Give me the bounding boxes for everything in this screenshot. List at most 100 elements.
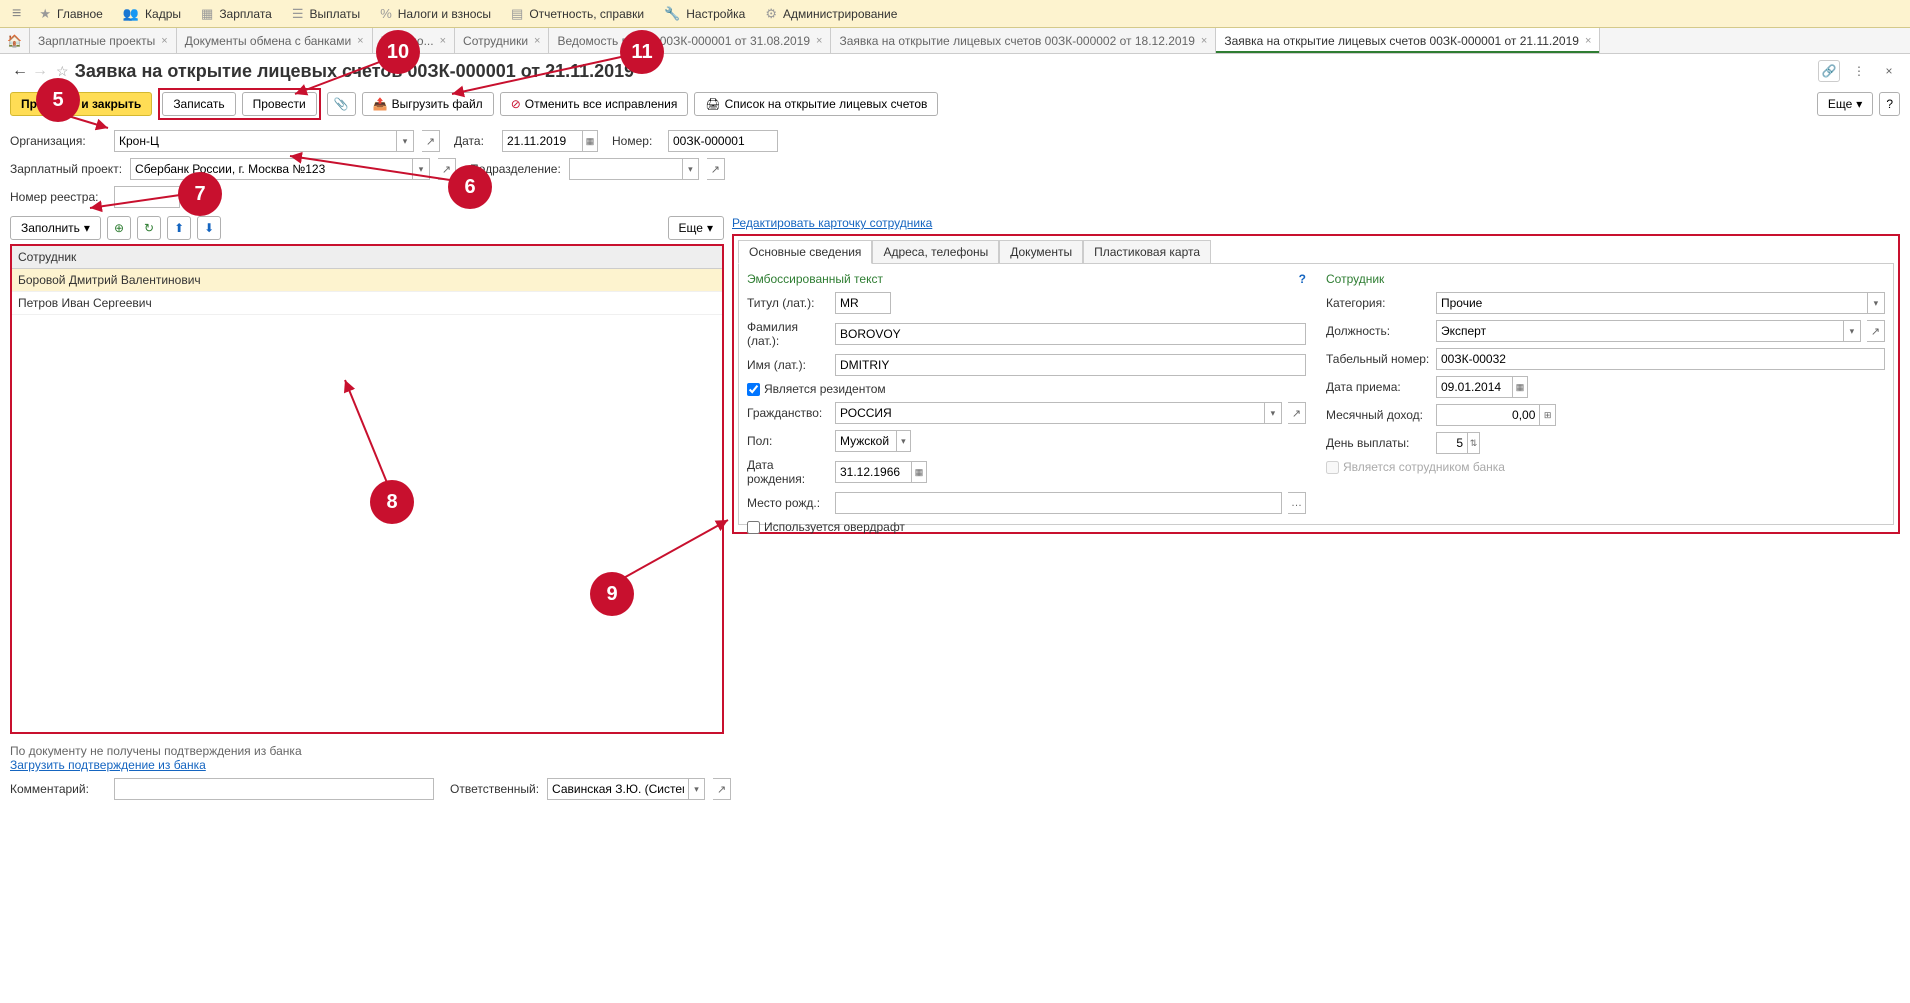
dropdown-icon[interactable]: ▾ <box>412 159 429 179</box>
surname-lat-input[interactable] <box>835 323 1306 345</box>
close-icon[interactable]: × <box>1878 60 1900 82</box>
title-lat-input[interactable] <box>835 292 891 314</box>
favorite-icon[interactable]: ☆ <box>56 63 69 80</box>
open-icon[interactable]: ↗ <box>707 158 725 180</box>
link-icon[interactable]: 🔗 <box>1818 60 1840 82</box>
close-icon[interactable]: × <box>357 35 363 47</box>
open-icon[interactable]: ↗ <box>713 778 731 800</box>
dropdown-icon[interactable]: ▾ <box>688 779 704 799</box>
cancel-corrections-button[interactable]: ⊘Отменить все исправления <box>500 92 689 116</box>
category-input[interactable]: ▾ <box>1436 292 1885 314</box>
dropdown-icon[interactable]: ▾ <box>396 131 413 151</box>
post-button[interactable]: Провести <box>242 92 317 116</box>
overdraft-checkbox[interactable]: Используется овердрафт <box>747 520 1306 534</box>
card-tab-documents[interactable]: Документы <box>999 240 1083 264</box>
open-icon[interactable]: ↗ <box>1288 402 1306 424</box>
refresh-button[interactable]: ↻ <box>137 216 161 240</box>
menu-taxes[interactable]: %Налоги и взносы <box>370 0 501 27</box>
more-icon[interactable]: ⋮ <box>1848 60 1870 82</box>
menu-payments[interactable]: ☰Выплаты <box>282 0 370 27</box>
help-icon[interactable]: ? <box>1299 272 1306 286</box>
dob-input[interactable]: ▦ <box>835 461 927 483</box>
close-icon[interactable]: × <box>1201 35 1207 47</box>
responsible-input[interactable]: ▾ <box>547 778 705 800</box>
close-icon[interactable]: × <box>534 35 540 47</box>
home-tab[interactable]: 🏠 <box>0 28 30 53</box>
down-button[interactable]: ⬇ <box>197 216 221 240</box>
load-confirmation-link[interactable]: Загрузить подтверждение из банка <box>10 758 206 772</box>
tab-0[interactable]: Зарплатные проекты× <box>30 28 177 53</box>
calculator-icon[interactable]: ⊞ <box>1539 405 1555 425</box>
sex-input[interactable]: ▾ <box>835 430 911 452</box>
accounts-list-button[interactable]: 🖨Список на открытие лицевых счетов <box>694 92 938 116</box>
close-icon[interactable]: × <box>816 35 822 47</box>
dropdown-icon[interactable]: ▾ <box>1264 403 1281 423</box>
edit-employee-link[interactable]: Редактировать карточку сотрудника <box>732 216 932 230</box>
tab-2[interactable]: Ведомо...× <box>373 28 455 53</box>
date-input[interactable]: ▦ <box>502 130 598 152</box>
attachment-button[interactable]: 📎 <box>327 92 356 116</box>
position-input[interactable]: ▾ <box>1436 320 1861 342</box>
tab-4[interactable]: Ведомость в банк 00ЗК-000001 от 31.08.20… <box>549 28 831 53</box>
subdivision-input[interactable]: ▾ <box>569 158 699 180</box>
registry-input[interactable] <box>114 186 180 208</box>
employee-row[interactable]: Боровой Дмитрий Валентинович <box>12 269 722 292</box>
percent-icon: % <box>380 6 392 21</box>
help-button[interactable]: ? <box>1879 92 1900 116</box>
close-icon[interactable]: × <box>1585 35 1591 47</box>
menu-reports[interactable]: ▤Отчетность, справки <box>501 0 654 27</box>
income-input[interactable]: ⊞ <box>1436 404 1556 426</box>
calendar-icon[interactable]: ▦ <box>911 462 926 482</box>
dropdown-icon[interactable]: ▾ <box>682 159 698 179</box>
menu-admin[interactable]: ⚙Администрирование <box>755 0 907 27</box>
hire-input[interactable]: ▦ <box>1436 376 1528 398</box>
calendar-icon[interactable]: ▦ <box>1512 377 1527 397</box>
back-arrow-icon[interactable]: ← <box>10 62 30 80</box>
open-icon[interactable]: ↗ <box>1867 320 1885 342</box>
add-button[interactable]: ⊕ <box>107 216 131 240</box>
tab-5[interactable]: Заявка на открытие лицевых счетов 00ЗК-0… <box>831 28 1216 53</box>
card-tab-main[interactable]: Основные сведения <box>738 240 872 264</box>
employee-row[interactable]: Петров Иван Сергеевич <box>12 292 722 315</box>
write-button[interactable]: Записать <box>162 92 235 116</box>
citizenship-input[interactable]: ▾ <box>835 402 1282 424</box>
dropdown-icon[interactable]: ▾ <box>1843 321 1860 341</box>
more-button[interactable]: Еще ▾ <box>1817 92 1873 116</box>
name-lat-input[interactable] <box>835 354 1306 376</box>
post-and-close-button[interactable]: Провести и закрыть <box>10 92 152 116</box>
menu-kadry[interactable]: 👥Кадры <box>113 0 191 27</box>
tab-3[interactable]: Сотрудники× <box>455 28 549 53</box>
download-file-button[interactable]: 📤Выгрузить файл <box>362 92 494 116</box>
open-icon[interactable]: ↗ <box>438 158 456 180</box>
organization-input[interactable]: ▾ <box>114 130 414 152</box>
spinner-icon[interactable]: ⇅ <box>1467 433 1479 453</box>
up-button[interactable]: ⬆ <box>167 216 191 240</box>
payday-input[interactable]: ⇅ <box>1436 432 1480 454</box>
birthplace-input[interactable] <box>835 492 1282 514</box>
number-input[interactable] <box>668 130 778 152</box>
menu-settings[interactable]: 🔧Настройка <box>654 0 755 27</box>
tab-1[interactable]: Документы обмена с банками× <box>177 28 373 53</box>
dropdown-icon[interactable]: ▾ <box>1867 293 1884 313</box>
comment-input[interactable] <box>114 778 434 800</box>
hamburger-icon[interactable]: ≡ <box>4 5 29 23</box>
close-icon[interactable]: × <box>161 35 167 47</box>
forward-arrow-icon[interactable]: → <box>30 62 50 80</box>
open-icon[interactable]: ↗ <box>422 130 440 152</box>
card-tab-addresses[interactable]: Адреса, телефоны <box>872 240 999 264</box>
embossed-section: Эмбоссированный текст? <box>747 272 1306 286</box>
menu-main[interactable]: ★Главное <box>29 0 113 27</box>
calendar-icon[interactable]: ▦ <box>582 131 597 151</box>
resident-checkbox[interactable]: Является резидентом <box>747 382 1306 396</box>
tabnum-input[interactable] <box>1436 348 1885 370</box>
menu-salary[interactable]: ▦Зарплата <box>191 0 282 27</box>
close-icon[interactable]: × <box>440 35 446 47</box>
document-icon: ▤ <box>511 6 523 22</box>
card-tab-plastic[interactable]: Пластиковая карта <box>1083 240 1211 264</box>
ellipsis-icon[interactable]: … <box>1288 492 1306 514</box>
tab-6[interactable]: Заявка на открытие лицевых счетов 00ЗК-0… <box>1216 28 1600 53</box>
dropdown-icon[interactable]: ▾ <box>896 431 910 451</box>
more-list-button[interactable]: Еще ▾ <box>668 216 724 240</box>
fill-button[interactable]: Заполнить ▾ <box>10 216 101 240</box>
project-input[interactable]: ▾ <box>130 158 430 180</box>
